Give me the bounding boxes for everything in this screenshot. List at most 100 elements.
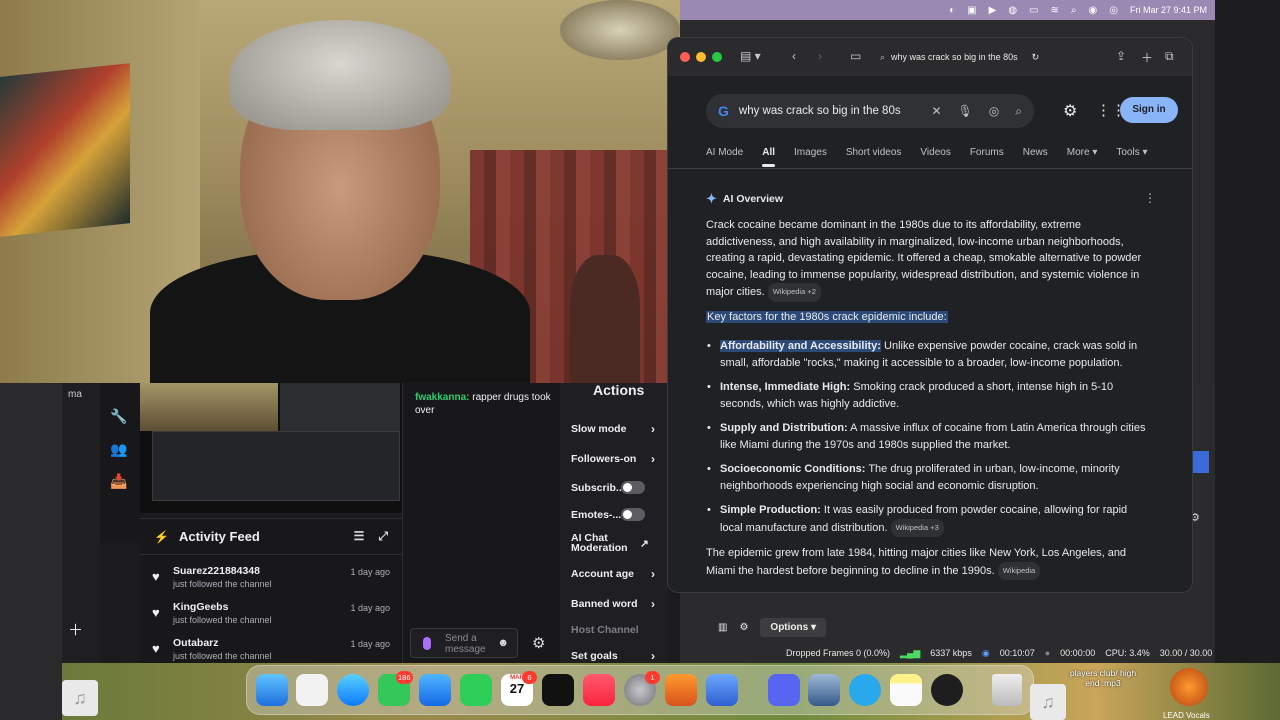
- notes-icon[interactable]: [890, 674, 922, 706]
- actions-panel: Actions Slow mode › Followers-on › Subscri…: [560, 382, 668, 663]
- music-file-icon[interactable]: ♫: [62, 680, 98, 716]
- zoom-window-button[interactable]: [712, 52, 722, 62]
- obs-menubar-icon[interactable]: ◐: [949, 5, 955, 16]
- search-icon[interactable]: ⌕: [1015, 104, 1022, 119]
- action-host-channel[interactable]: Host Channel: [571, 624, 661, 636]
- back-icon[interactable]: ‹: [792, 49, 796, 63]
- filter-icon[interactable]: ☰: [354, 529, 365, 544]
- follower-name[interactable]: Outabarz: [173, 637, 219, 649]
- layout-icon[interactable]: ▥: [718, 622, 727, 633]
- play-icon[interactable]: ▶: [989, 5, 997, 16]
- search-icon: ⌕: [880, 51, 886, 62]
- facetime-icon[interactable]: [460, 674, 492, 706]
- tab-more[interactable]: More ▾: [1067, 147, 1098, 167]
- tab-forums[interactable]: Forums: [970, 147, 1004, 167]
- options-dropdown[interactable]: Options ▾: [760, 617, 827, 637]
- spotlight-icon[interactable]: ⌕: [1071, 5, 1077, 16]
- action-set-goals[interactable]: Set goals ›: [571, 649, 661, 663]
- tab-images[interactable]: Images: [794, 147, 827, 167]
- tab-all[interactable]: All: [762, 147, 775, 167]
- voice-search-icon[interactable]: 🎙: [958, 104, 973, 119]
- audio-file-icon[interactable]: ♫: [1030, 684, 1066, 720]
- close-window-button[interactable]: [680, 52, 690, 62]
- safari-icon[interactable]: [337, 674, 369, 706]
- obs-icon[interactable]: [931, 674, 963, 706]
- wrench-icon[interactable]: 🔧: [110, 407, 128, 425]
- filters-icon[interactable]: ⚙: [739, 622, 748, 633]
- action-ai-chat-moderation[interactable]: AI Chat Moderation: [571, 533, 641, 554]
- reload-icon[interactable]: ↻: [1032, 52, 1040, 63]
- audio-file-label[interactable]: players club/ high end .mp3: [1062, 668, 1144, 688]
- action-emotes[interactable]: Emotes-...: [571, 508, 661, 521]
- citation-chip[interactable]: Wikipedia: [997, 561, 1041, 580]
- list-item: Affordability and Accessibility: Unlike …: [706, 338, 1151, 371]
- fl-studio-file-icon[interactable]: [1170, 668, 1208, 706]
- action-banned-word[interactable]: Banned word ›: [571, 597, 661, 611]
- tab-videos[interactable]: Videos: [920, 147, 950, 167]
- sign-in-button[interactable]: Sign in: [1120, 97, 1178, 123]
- screen-record-icon[interactable]: ▣: [967, 5, 976, 16]
- globe-icon[interactable]: ◍: [1008, 5, 1017, 16]
- action-followers-on[interactable]: Followers-on ›: [571, 452, 661, 466]
- users-icon[interactable]: 👥: [110, 440, 128, 458]
- discord-icon[interactable]: [768, 674, 800, 706]
- launchpad-icon[interactable]: [296, 674, 328, 706]
- follower-name[interactable]: KingGeebs: [173, 601, 228, 613]
- tab-ai-mode[interactable]: AI Mode: [706, 147, 743, 167]
- menubar-datetime[interactable]: Fri Mar 27 9:41 PM: [1130, 5, 1207, 15]
- action-slow-mode[interactable]: Slow mode ›: [571, 422, 661, 436]
- mic-icon[interactable]: [423, 637, 431, 650]
- list-item: Simple Production: It was easily produce…: [706, 502, 1151, 537]
- siri-icon[interactable]: ◎: [1109, 5, 1118, 16]
- tab-news[interactable]: News: [1023, 147, 1048, 167]
- search-query: why was crack so big in the 80s: [738, 105, 901, 117]
- add-scene-icon[interactable]: ＋: [68, 619, 83, 640]
- citation-chip[interactable]: Wikipedia +3: [890, 518, 944, 537]
- inbox-icon[interactable]: 📥: [110, 472, 128, 490]
- trash-icon[interactable]: [992, 674, 1022, 706]
- tab-overview-icon[interactable]: ⧉: [1165, 49, 1174, 64]
- sidebar-icon[interactable]: ▤ ▾: [740, 49, 761, 63]
- forward-icon[interactable]: ›: [818, 49, 822, 63]
- emoji-icon[interactable]: ☻: [497, 637, 509, 649]
- emotes-toggle[interactable]: [621, 508, 645, 521]
- address-bar[interactable]: ⌕ why was crack so big in the 80s ↻: [880, 46, 1090, 68]
- minimize-window-button[interactable]: [696, 52, 706, 62]
- signal-icon: ▂▄▆: [900, 647, 921, 658]
- chat-input[interactable]: Send a message ☻: [410, 628, 518, 658]
- obs-selected-source[interactable]: [1192, 451, 1209, 473]
- chat-settings-icon[interactable]: ⚙: [532, 634, 545, 652]
- follower-name[interactable]: Suarez221884348: [173, 565, 260, 577]
- mail-icon[interactable]: [419, 674, 451, 706]
- settings-gear-icon[interactable]: ⚙: [1063, 101, 1077, 121]
- webcam-background-person: [570, 255, 640, 383]
- external-link-icon[interactable]: ↗: [640, 538, 654, 550]
- telegram-icon[interactable]: [849, 674, 881, 706]
- citation-chip[interactable]: Wikipedia +2: [767, 283, 821, 302]
- tab-tools[interactable]: Tools ▾: [1116, 147, 1147, 167]
- apple-tv-icon[interactable]: [542, 674, 574, 706]
- page-icon[interactable]: ▭: [850, 49, 861, 63]
- lead-vocals-label[interactable]: LEAD Vocals: [1163, 711, 1210, 720]
- more-options-icon[interactable]: ⋮: [1144, 191, 1156, 205]
- new-tab-icon[interactable]: ＋: [1141, 49, 1153, 66]
- finder-icon[interactable]: [256, 674, 288, 706]
- share-icon[interactable]: ⇪: [1116, 49, 1126, 63]
- subscribers-toggle[interactable]: [621, 481, 645, 494]
- tab-short-videos[interactable]: Short videos: [846, 147, 902, 167]
- clear-icon[interactable]: ✕: [931, 104, 941, 119]
- lens-icon[interactable]: ◎: [989, 104, 999, 119]
- battery-icon[interactable]: ▭: [1029, 5, 1038, 16]
- action-subscribers[interactable]: Subscrib...: [571, 481, 661, 494]
- iphone-mirroring-icon[interactable]: [706, 674, 738, 706]
- fl-studio-icon[interactable]: [665, 674, 697, 706]
- chat-username[interactable]: fwakkanna:: [415, 392, 469, 403]
- control-center-icon[interactable]: ◉: [1089, 5, 1098, 16]
- wifi-icon[interactable]: ≋: [1051, 5, 1059, 16]
- disk-utility-icon[interactable]: [808, 674, 840, 706]
- music-icon[interactable]: [583, 674, 615, 706]
- popout-icon[interactable]: ⤢: [378, 529, 388, 544]
- action-account-age[interactable]: Account age ›: [571, 567, 661, 581]
- search-input[interactable]: G why was crack so big in the 80s ✕ 🎙 ◎ …: [706, 94, 1034, 128]
- tab-more-label: More: [1066, 147, 1090, 158]
